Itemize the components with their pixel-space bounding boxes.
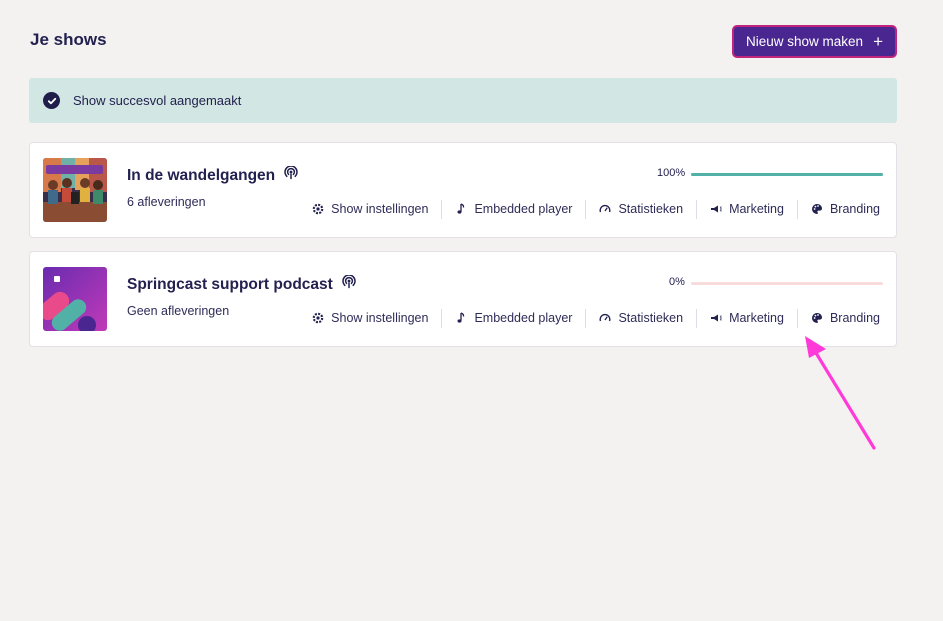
new-show-button-label: Nieuw show maken — [746, 34, 864, 49]
show-actions: Show instellingen Embedded player Statis… — [299, 308, 896, 328]
music-note-icon — [455, 312, 467, 324]
page-title: Je shows — [30, 30, 107, 49]
statistics-link[interactable]: Statistieken — [586, 202, 696, 216]
progress-bar — [691, 173, 883, 176]
show-cover-image[interactable] — [43, 158, 107, 222]
gauge-icon — [599, 203, 611, 215]
statistics-label: Statistieken — [618, 311, 684, 325]
podcast-icon — [342, 274, 356, 294]
show-actions: Show instellingen Embedded player Statis… — [299, 199, 896, 219]
shows-page: Je shows Nieuw show maken + Show succesv… — [0, 0, 943, 621]
megaphone-icon — [710, 203, 722, 215]
episode-count: 6 afleveringen — [127, 195, 206, 209]
show-cover-image[interactable] — [43, 267, 107, 331]
show-settings-label: Show instellingen — [331, 202, 429, 216]
music-note-icon — [455, 203, 467, 215]
marketing-link[interactable]: Marketing — [697, 311, 797, 325]
branding-link[interactable]: Branding — [798, 202, 896, 216]
new-show-button[interactable]: Nieuw show maken + — [732, 25, 897, 58]
progress-label: 100% — [657, 167, 686, 179]
marketing-label: Marketing — [729, 311, 784, 325]
palette-icon — [811, 203, 823, 215]
embedded-player-link[interactable]: Embedded player — [442, 311, 585, 325]
show-settings-label: Show instellingen — [331, 311, 429, 325]
embedded-player-label: Embedded player — [474, 202, 573, 216]
progress-fill — [691, 173, 883, 176]
alert-message: Show succesvol aangemaakt — [73, 93, 242, 108]
gear-icon — [312, 312, 324, 324]
statistics-link[interactable]: Statistieken — [586, 311, 696, 325]
embedded-player-label: Embedded player — [474, 311, 573, 325]
branding-label: Branding — [829, 202, 880, 216]
palette-icon — [811, 312, 823, 324]
plus-icon: + — [873, 32, 883, 51]
statistics-label: Statistieken — [618, 202, 684, 216]
show-title-text: In de wandelgangen — [127, 166, 276, 184]
marketing-link[interactable]: Marketing — [697, 202, 797, 216]
megaphone-icon — [710, 312, 722, 324]
show-settings-link[interactable]: Show instellingen — [299, 202, 441, 216]
episode-count: Geen afleveringen — [127, 304, 230, 318]
branding-label: Branding — [829, 311, 880, 325]
gear-icon — [312, 203, 324, 215]
show-card: Springcast support podcast Geen afleveri… — [29, 251, 897, 347]
progress-label: 0% — [669, 276, 685, 288]
show-title[interactable]: Springcast support podcast — [127, 274, 356, 294]
marketing-label: Marketing — [729, 202, 784, 216]
annotation-arrow-icon — [805, 336, 876, 450]
show-settings-link[interactable]: Show instellingen — [299, 311, 441, 325]
embedded-player-link[interactable]: Embedded player — [442, 202, 585, 216]
gauge-icon — [599, 312, 611, 324]
show-title[interactable]: In de wandelgangen — [127, 165, 298, 185]
check-circle-icon — [43, 92, 60, 109]
success-alert: Show succesvol aangemaakt — [29, 78, 897, 123]
progress-bar — [691, 282, 883, 285]
podcast-icon — [284, 165, 298, 185]
show-card: In de wandelgangen 6 afleveringen 100% S… — [29, 142, 897, 238]
show-title-text: Springcast support podcast — [127, 275, 333, 293]
branding-link[interactable]: Branding — [798, 311, 896, 325]
